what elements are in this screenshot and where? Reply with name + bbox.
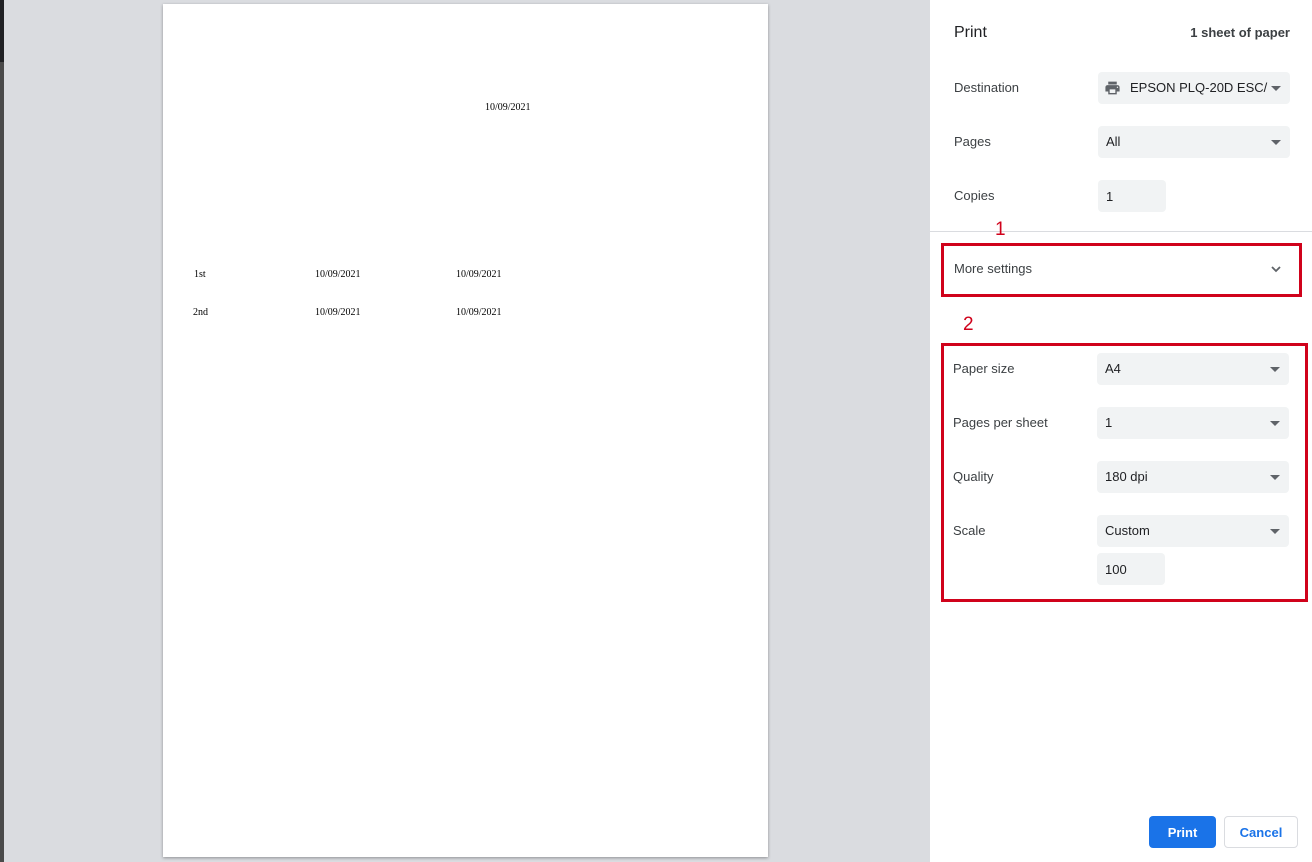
annotation-marker-2: 2 [963, 314, 974, 335]
quality-value: 180 dpi [1105, 469, 1148, 484]
scale-percent-input[interactable] [1097, 553, 1165, 585]
preview-row-date: 10/09/2021 [456, 307, 502, 318]
print-preview-area[interactable]: 10/09/2021 1st 10/09/2021 10/09/2021 2nd… [4, 0, 929, 862]
quality-label: Quality [953, 469, 994, 484]
destination-select[interactable]: EPSON PLQ-20D ESC/ [1098, 72, 1290, 104]
quality-select[interactable]: 180 dpi [1097, 461, 1289, 493]
pages-select[interactable]: All [1098, 126, 1290, 158]
paper-size-value: A4 [1105, 361, 1121, 376]
pages-label: Pages [954, 134, 991, 149]
dropdown-arrow-icon [1270, 475, 1280, 480]
preview-row-date: 10/09/2021 [315, 307, 361, 318]
chevron-down-icon[interactable] [1270, 262, 1282, 274]
preview-row-date: 10/09/2021 [456, 269, 502, 280]
dropdown-arrow-icon [1270, 367, 1280, 372]
printer-icon [1104, 80, 1121, 99]
more-settings-toggle[interactable]: More settings [954, 261, 1032, 276]
pages-per-sheet-value: 1 [1105, 415, 1113, 430]
print-button[interactable]: Print [1149, 816, 1216, 848]
paper-size-select[interactable]: A4 [1097, 353, 1289, 385]
scale-label: Scale [953, 523, 986, 538]
paper-size-label: Paper size [953, 361, 1015, 376]
preview-row-label: 2nd [193, 307, 208, 318]
copies-label: Copies [954, 188, 995, 203]
dropdown-arrow-icon [1270, 529, 1280, 534]
pages-per-sheet-select[interactable]: 1 [1097, 407, 1289, 439]
destination-value: EPSON PLQ-20D ESC/ [1130, 80, 1268, 95]
scale-select[interactable]: Custom [1097, 515, 1289, 547]
cancel-button[interactable]: Cancel [1224, 816, 1298, 848]
pages-value: All [1106, 134, 1121, 149]
preview-page: 10/09/2021 1st 10/09/2021 10/09/2021 2nd… [163, 4, 768, 857]
dropdown-arrow-icon [1271, 140, 1281, 145]
print-settings-panel: Print 1 sheet of paper Destination EPSON… [929, 0, 1312, 862]
preview-row-label: 1st [194, 269, 206, 280]
sheet-count: 1 sheet of paper [1190, 25, 1290, 40]
scale-value: Custom [1105, 523, 1150, 538]
pages-per-sheet-label: Pages per sheet [953, 415, 1048, 430]
destination-label: Destination [954, 80, 1020, 95]
copies-input[interactable] [1098, 180, 1166, 212]
annotation-marker-1: 1 [995, 219, 1006, 240]
preview-header-date: 10/09/2021 [485, 102, 531, 113]
preview-row-date: 10/09/2021 [315, 269, 361, 280]
divider [930, 231, 1312, 232]
dropdown-arrow-icon [1270, 421, 1280, 426]
print-title: Print [954, 24, 987, 41]
dropdown-arrow-icon [1271, 86, 1281, 91]
